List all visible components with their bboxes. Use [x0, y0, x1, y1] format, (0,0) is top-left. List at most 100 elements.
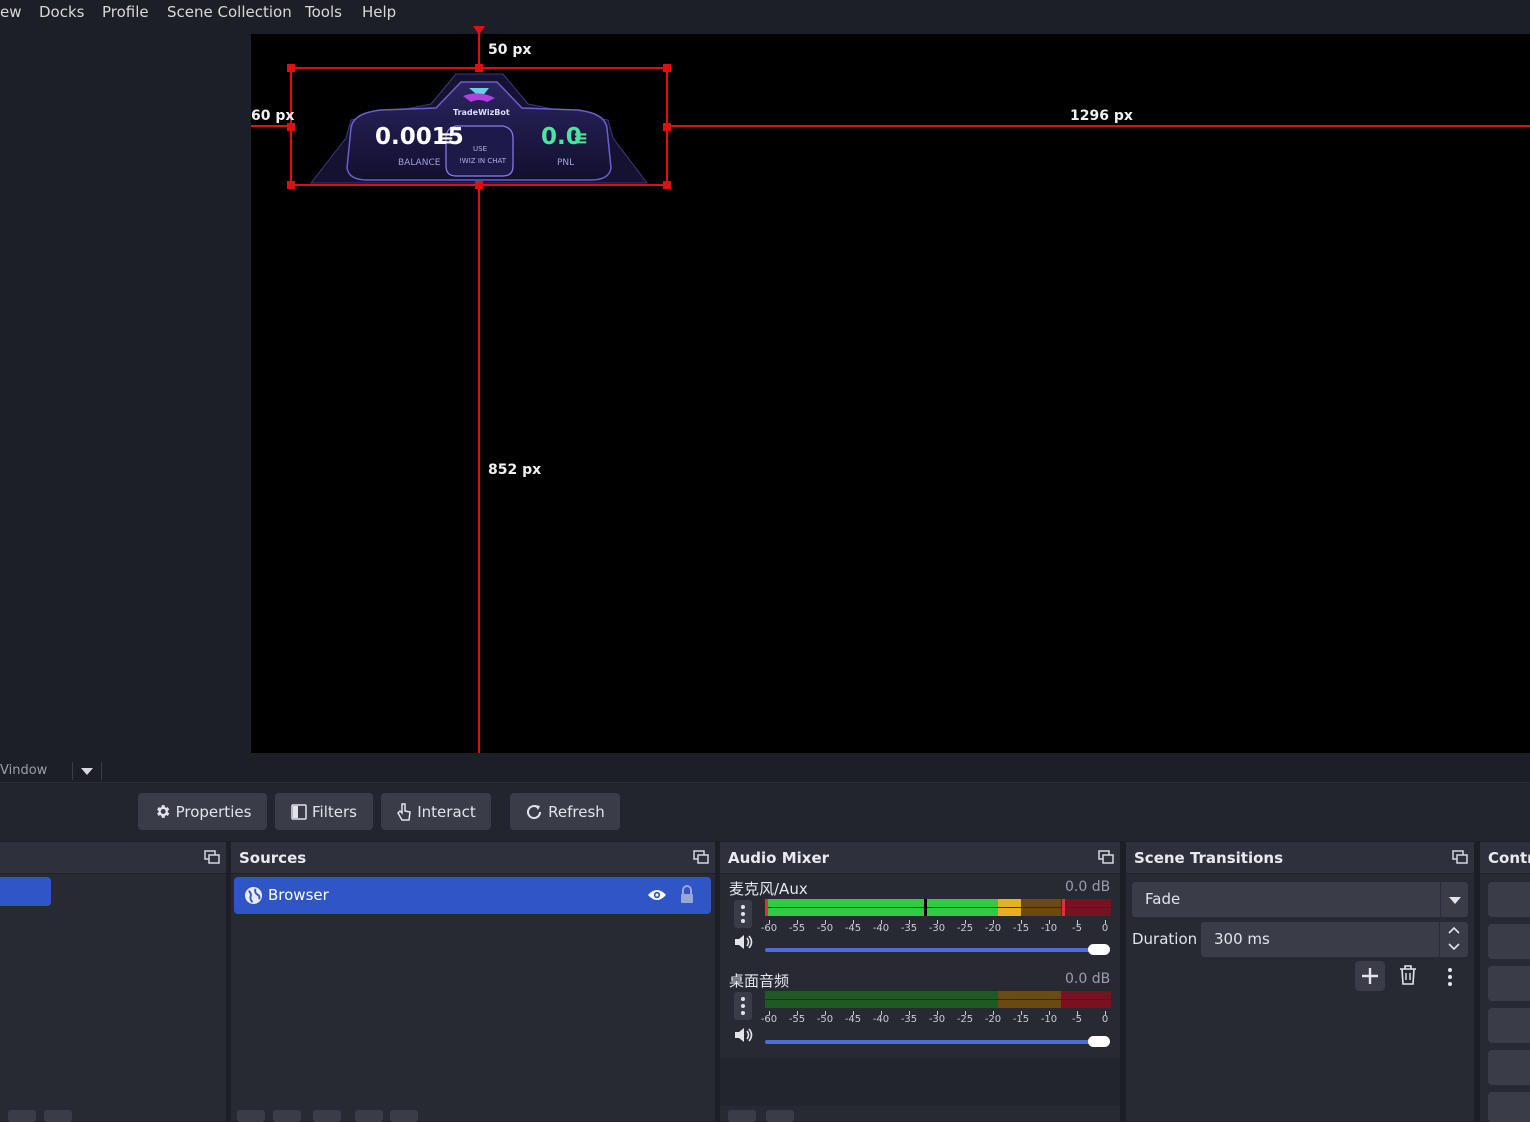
meter-tick-label: 0 — [1101, 923, 1109, 934]
meter-tick-label: -30 — [928, 923, 946, 934]
channel-db-mic: 0.0 dB — [1065, 879, 1111, 895]
undock-icon[interactable] — [204, 850, 220, 864]
mute-button-mic[interactable] — [734, 933, 753, 955]
undock-icon[interactable] — [1452, 850, 1468, 864]
speaker-icon — [735, 1028, 753, 1042]
kebab-icon — [741, 997, 745, 1015]
studio-mode-button[interactable] — [1488, 1008, 1530, 1043]
kebab-icon — [741, 905, 745, 923]
transition-select-value: Fade — [1145, 890, 1181, 908]
menu-help[interactable]: Help — [362, 3, 396, 21]
undock-icon[interactable] — [1098, 850, 1114, 864]
exit-button[interactable] — [1488, 1092, 1530, 1122]
source-add-button[interactable] — [237, 1110, 265, 1122]
meter-tick-label: -35 — [900, 923, 918, 934]
guide-top-arrow — [473, 26, 485, 35]
audio-mixer-menu-button[interactable] — [766, 1110, 794, 1122]
menu-view[interactable]: ew — [0, 3, 22, 21]
menu-bar: ew Docks Profile Scene Collection Tools … — [0, 0, 1530, 27]
menu-docks[interactable]: Docks — [39, 3, 84, 21]
meter-tick-label: -45 — [844, 923, 862, 934]
source-properties-button[interactable] — [313, 1110, 341, 1122]
meter-tick-label: -20 — [984, 923, 1002, 934]
mute-button-desktop[interactable] — [734, 1026, 753, 1048]
volume-slider-track-mic[interactable] — [765, 948, 1100, 952]
source-item-label: Browser — [268, 886, 329, 904]
globe-icon — [244, 886, 263, 905]
refresh-button[interactable]: Refresh — [510, 793, 620, 830]
resize-handle-t[interactable] — [475, 64, 483, 72]
widget-center-line1: USE — [473, 145, 487, 153]
duration-spinbox[interactable]: 300 ms — [1201, 922, 1468, 957]
start-recording-button[interactable] — [1488, 924, 1530, 959]
eye-icon[interactable] — [647, 888, 667, 902]
source-move-down-button[interactable] — [390, 1110, 418, 1122]
meter-scale-mic: -60 -55 -50 -45 -40 -35 -30 -25 -20 -15 -10 -5 0 — [761, 920, 1111, 934]
resize-handle-tr[interactable] — [663, 64, 671, 72]
meter-tick-label: -40 — [872, 923, 890, 934]
transition-select[interactable]: Fade — [1132, 882, 1468, 917]
source-toolbar: Properties Filters Interact Refresh — [0, 783, 1530, 841]
dim-label-bottom: 852 px — [488, 462, 542, 478]
properties-label: Properties — [175, 802, 252, 821]
meter-tick-label: -60 — [760, 923, 778, 934]
resize-handle-tl[interactable] — [287, 64, 295, 72]
guide-left-line — [251, 125, 291, 127]
channel-menu-button-mic[interactable] — [734, 900, 752, 928]
volume-slider-handle-desktop[interactable] — [1088, 1036, 1110, 1047]
source-remove-button[interactable] — [273, 1110, 301, 1122]
audio-mixer-title: Audio Mixer — [728, 849, 830, 867]
controls-dock: Contr — [1480, 842, 1530, 1122]
volume-slider-track-desktop[interactable] — [765, 1040, 1100, 1044]
pointer-hand-icon — [397, 802, 412, 821]
virtual-camera-button[interactable] — [1488, 966, 1530, 1001]
add-transition-button[interactable] — [1355, 961, 1385, 991]
scene-item-selected[interactable] — [0, 877, 51, 906]
properties-button[interactable]: Properties — [138, 793, 267, 830]
scene-transitions-title: Scene Transitions — [1134, 849, 1284, 867]
meter-tick-label: -60 — [760, 1014, 778, 1025]
resize-handle-l[interactable] — [287, 123, 295, 131]
source-move-up-button[interactable] — [355, 1110, 383, 1122]
meter-tick-label: 0 — [1101, 1014, 1109, 1025]
kebab-icon — [1448, 968, 1452, 986]
controls-title: Contr — [1488, 849, 1530, 867]
browser-source-widget[interactable]: TradeWizBot 0.0015 ≡ BALANCE USE !WIZ IN… — [291, 68, 667, 185]
audio-mixer-dock: Audio Mixer 麦克风/Aux 0.0 dB -60 -55 -50 -45-… — [720, 842, 1120, 1122]
source-item-browser[interactable]: Browser — [234, 877, 711, 914]
menu-tools[interactable]: Tools — [305, 3, 342, 21]
widget-brand: TradeWizBot — [453, 108, 510, 117]
chevron-down-icon[interactable] — [1448, 943, 1460, 951]
audio-advanced-button[interactable] — [728, 1110, 756, 1122]
widget-balance-label: BALANCE — [398, 158, 441, 168]
resize-handle-br[interactable] — [663, 181, 671, 189]
start-streaming-button[interactable] — [1488, 882, 1530, 917]
chevron-up-icon[interactable] — [1448, 926, 1460, 934]
sources-dock-header: Sources — [231, 842, 715, 874]
settings-button[interactable] — [1488, 1050, 1530, 1085]
meter-tick-label: -5 — [1072, 923, 1082, 934]
resize-handle-b[interactable] — [475, 181, 483, 189]
context-dropdown[interactable] — [72, 762, 101, 780]
dim-label-top: 50 px — [488, 42, 532, 58]
lock-icon[interactable] — [680, 885, 694, 904]
resize-handle-bl[interactable] — [287, 181, 295, 189]
interact-button[interactable]: Interact — [381, 793, 491, 830]
scene-remove-button[interactable] — [44, 1110, 72, 1122]
scene-add-button[interactable] — [8, 1110, 36, 1122]
meter-tick-label: -50 — [816, 1014, 834, 1025]
resize-handle-r[interactable] — [663, 123, 671, 131]
volume-slider-handle-mic[interactable] — [1088, 944, 1110, 955]
undock-icon[interactable] — [693, 850, 709, 864]
transition-menu-button[interactable] — [1444, 966, 1456, 988]
menu-scene-collection[interactable]: Scene Collection — [167, 3, 292, 21]
channel-menu-button-desktop[interactable] — [734, 992, 752, 1020]
filters-button[interactable]: Filters — [275, 793, 373, 830]
meter-desktop — [765, 991, 1111, 1009]
channel-db-desktop: 0.0 dB — [1065, 971, 1111, 987]
filters-label: Filters — [312, 802, 357, 821]
chevron-down-icon — [1449, 897, 1461, 904]
remove-transition-button[interactable] — [1399, 965, 1421, 989]
menu-profile[interactable]: Profile — [102, 3, 149, 21]
dim-label-right: 1296 px — [1070, 108, 1133, 124]
